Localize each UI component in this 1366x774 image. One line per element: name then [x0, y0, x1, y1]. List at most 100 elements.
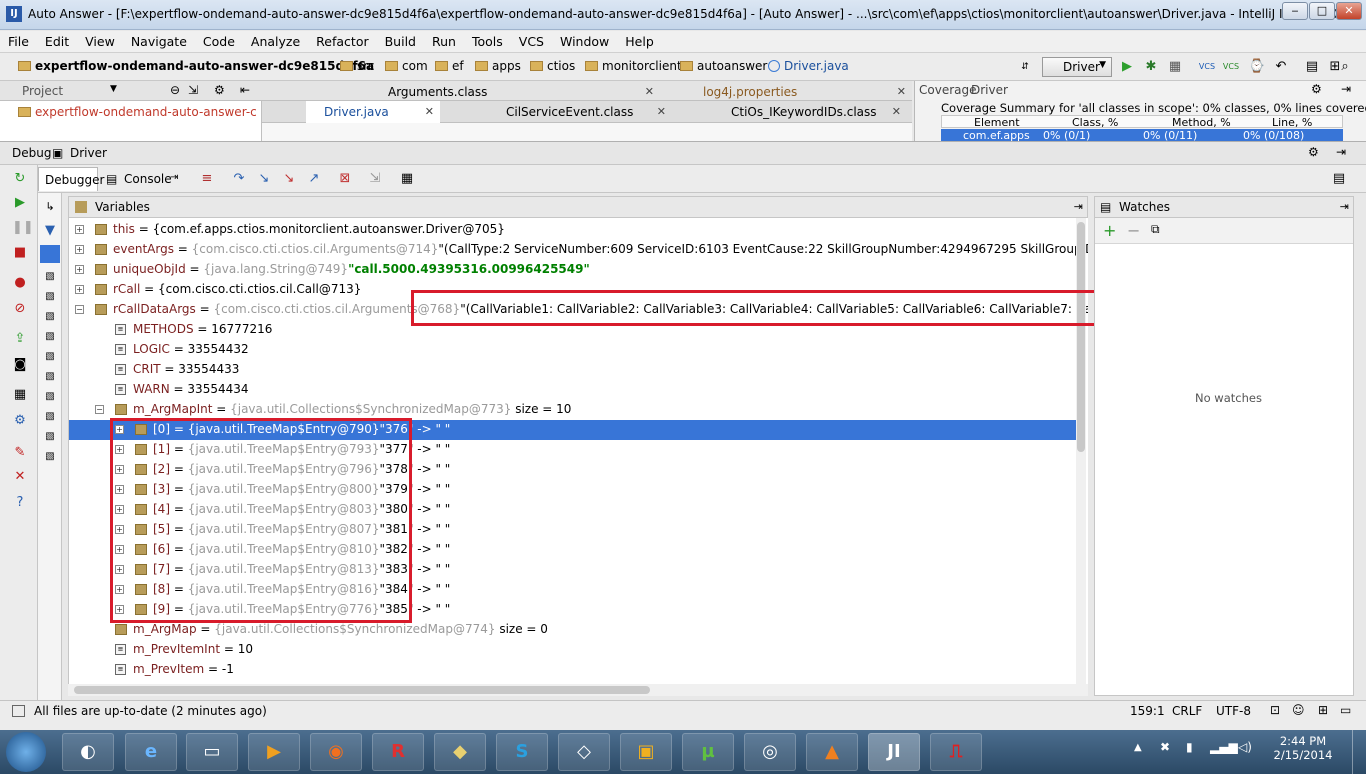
coverage-row[interactable]: com.ef.apps 0% (0/1) 0% (0/11) 0% (0/108… [941, 129, 1343, 141]
project-panel-label[interactable]: Project [22, 84, 63, 98]
taskbar-globe-icon[interactable]: ◐ [62, 733, 114, 771]
taskbar-app-icon[interactable]: ◇ [558, 733, 610, 771]
tray-volume-icon[interactable]: ◁) [1238, 740, 1252, 754]
frame-icon[interactable]: ▧ [42, 429, 58, 445]
tray-expand-icon[interactable]: ▲ [1134, 742, 1142, 753]
taskbar-vlc-icon[interactable]: ▲ [806, 733, 858, 771]
close-tab-icon[interactable]: ✕ [645, 85, 654, 98]
menu-tools[interactable]: Tools [464, 31, 511, 49]
view-breakpoints-icon[interactable]: ● [12, 275, 28, 291]
variable-row[interactable]: ≡ m_PrevItem = -1 [69, 660, 1077, 680]
breadcrumb-monitorclient[interactable]: monitorclient [585, 59, 682, 73]
collapse-all-icon[interactable]: ⊖ [170, 83, 180, 97]
frame-icon[interactable]: ▧ [42, 269, 58, 285]
taskbar-r-icon[interactable]: R [372, 733, 424, 771]
menu-code[interactable]: Code [195, 31, 243, 49]
read-only-icon[interactable]: ⊡ [1270, 703, 1280, 717]
col-element[interactable]: Element [974, 116, 1020, 129]
pin-icon[interactable]: ⇥ [1074, 200, 1083, 213]
expand-icon[interactable]: + [75, 265, 84, 274]
remove-watch-icon[interactable]: − [1127, 221, 1140, 240]
hector-icon[interactable]: ☺ [1292, 703, 1305, 717]
menu-refactor[interactable]: Refactor [308, 31, 376, 49]
chevron-down-icon[interactable]: ▼ [110, 84, 117, 94]
breadcrumb-apps[interactable]: apps [475, 59, 521, 73]
col-line[interactable]: Line, % [1272, 116, 1312, 129]
menu-edit[interactable]: Edit [37, 31, 77, 49]
frame-item-selected[interactable] [40, 245, 60, 263]
gear-icon[interactable]: ⚙ [214, 83, 225, 97]
scroll-thumb[interactable] [74, 686, 650, 694]
col-class[interactable]: Class, % [1072, 116, 1118, 129]
variable-row[interactable]: ≡ CRIT = 33554433 [69, 360, 1077, 380]
collapse-icon[interactable]: − [75, 305, 84, 314]
rerun-icon[interactable]: ↻ [12, 171, 28, 187]
run-to-cursor-icon[interactable]: ⇲ [366, 170, 384, 188]
tab-driver-java[interactable]: Driver.java ✕ [306, 101, 440, 123]
breadcrumb-ctios[interactable]: ctios [530, 59, 575, 73]
revert-icon[interactable]: ↶ [1272, 58, 1290, 76]
step-over-icon[interactable]: ↷ [230, 170, 248, 188]
run-config-select[interactable]: Driver ▼ [1042, 57, 1112, 77]
filter-icon[interactable]: ▼ [42, 223, 58, 239]
close-tab-icon[interactable]: ✕ [425, 105, 434, 118]
taskbar-firefox-icon[interactable]: ◉ [310, 733, 362, 771]
show-execution-point-icon[interactable]: ≡ [198, 170, 216, 188]
menu-navigate[interactable]: Navigate [123, 31, 195, 49]
line-separator[interactable]: CRLF [1172, 704, 1202, 718]
gear-icon[interactable]: ⚙ [1308, 145, 1319, 159]
autoscroll-icon[interactable]: ⇲ [188, 83, 198, 97]
pin-tab-icon[interactable]: ✎ [12, 445, 28, 461]
status-toggle-icon[interactable] [12, 705, 25, 717]
restore-layout-icon[interactable]: ▦ [12, 387, 28, 403]
frame-icon[interactable]: ▧ [42, 309, 58, 325]
tab-console[interactable]: ▤ Console ⇥ [104, 167, 186, 191]
taskbar-explorer-icon[interactable]: ▭ [186, 733, 238, 771]
debug-bug-icon[interactable]: ✱ [1142, 58, 1160, 76]
breadcrumb-ef[interactable]: ef [435, 59, 464, 73]
frame-icon[interactable]: ▧ [42, 389, 58, 405]
vcs-update-icon[interactable]: VCS [1198, 58, 1216, 76]
menu-view[interactable]: View [77, 31, 123, 49]
tab-ctios-ikeywordids-class[interactable]: CtiOs_IKeywordIDs.class ✕ [717, 101, 907, 123]
frame-icon[interactable]: ▧ [42, 449, 58, 465]
gear-icon[interactable]: ⚙ [1311, 82, 1322, 96]
variable-row[interactable]: m_ArgMap = {java.util.Collections$Synchr… [69, 620, 1077, 640]
frame-icon[interactable]: ▧ [42, 409, 58, 425]
hide-panel-icon[interactable]: ⇥ [1341, 82, 1351, 96]
project-structure-icon[interactable]: ▤ [1303, 58, 1321, 76]
variables-vscrollbar[interactable] [1076, 218, 1086, 684]
drop-frame-icon[interactable]: ⊠ [336, 170, 354, 188]
frame-icon[interactable]: ▧ [42, 329, 58, 345]
add-watch-icon[interactable]: + [1103, 221, 1116, 240]
breadcrumb-src[interactable]: src [340, 59, 375, 73]
breadcrumb-project[interactable]: expertflow-ondemand-auto-answer-dc9e815d… [18, 59, 374, 73]
taskbar-tool-icon[interactable]: ◎ [744, 733, 796, 771]
tab-arguments-class[interactable]: Arguments.class ✕ [374, 81, 660, 103]
evaluate-expression-icon[interactable]: ▦ [398, 170, 416, 188]
vcs-commit-icon[interactable]: VCS [1222, 58, 1240, 76]
stop-icon[interactable]: ■ [12, 245, 28, 261]
variable-row[interactable]: ≡ LOGIC = 33554432 [69, 340, 1077, 360]
step-into-icon[interactable]: ↘ [255, 170, 273, 188]
hide-panel-icon[interactable]: ⇥ [1336, 145, 1346, 159]
menu-run[interactable]: Run [424, 31, 464, 49]
copy-watch-icon[interactable]: ⧉ [1151, 222, 1160, 237]
scroll-thumb[interactable] [1077, 222, 1085, 452]
show-desktop-button[interactable] [1352, 730, 1366, 774]
collapse-icon[interactable]: − [95, 405, 104, 414]
maximize-button[interactable]: □ [1309, 2, 1335, 20]
hide-panel-icon[interactable]: ⇤ [240, 83, 250, 97]
expand-icon[interactable]: + [75, 225, 84, 234]
taskbar-ie-icon[interactable]: e [125, 733, 177, 771]
coverage-icon[interactable]: ▦ [1166, 58, 1184, 76]
menu-window[interactable]: Window [552, 31, 617, 49]
file-encoding[interactable]: UTF-8 [1216, 704, 1251, 718]
breadcrumb-com[interactable]: com [385, 59, 428, 73]
frame-icon[interactable]: ▧ [42, 369, 58, 385]
menu-file[interactable]: File [0, 31, 37, 49]
frame-icon[interactable]: ▧ [42, 289, 58, 305]
variable-row[interactable]: + uniqueObjId = {java.lang.String@749}"ca… [69, 260, 1077, 280]
tab-log4j-properties[interactable]: log4j.properties ✕ [687, 81, 912, 103]
taskbar-pdf-icon[interactable]: ⎍ [930, 733, 982, 771]
